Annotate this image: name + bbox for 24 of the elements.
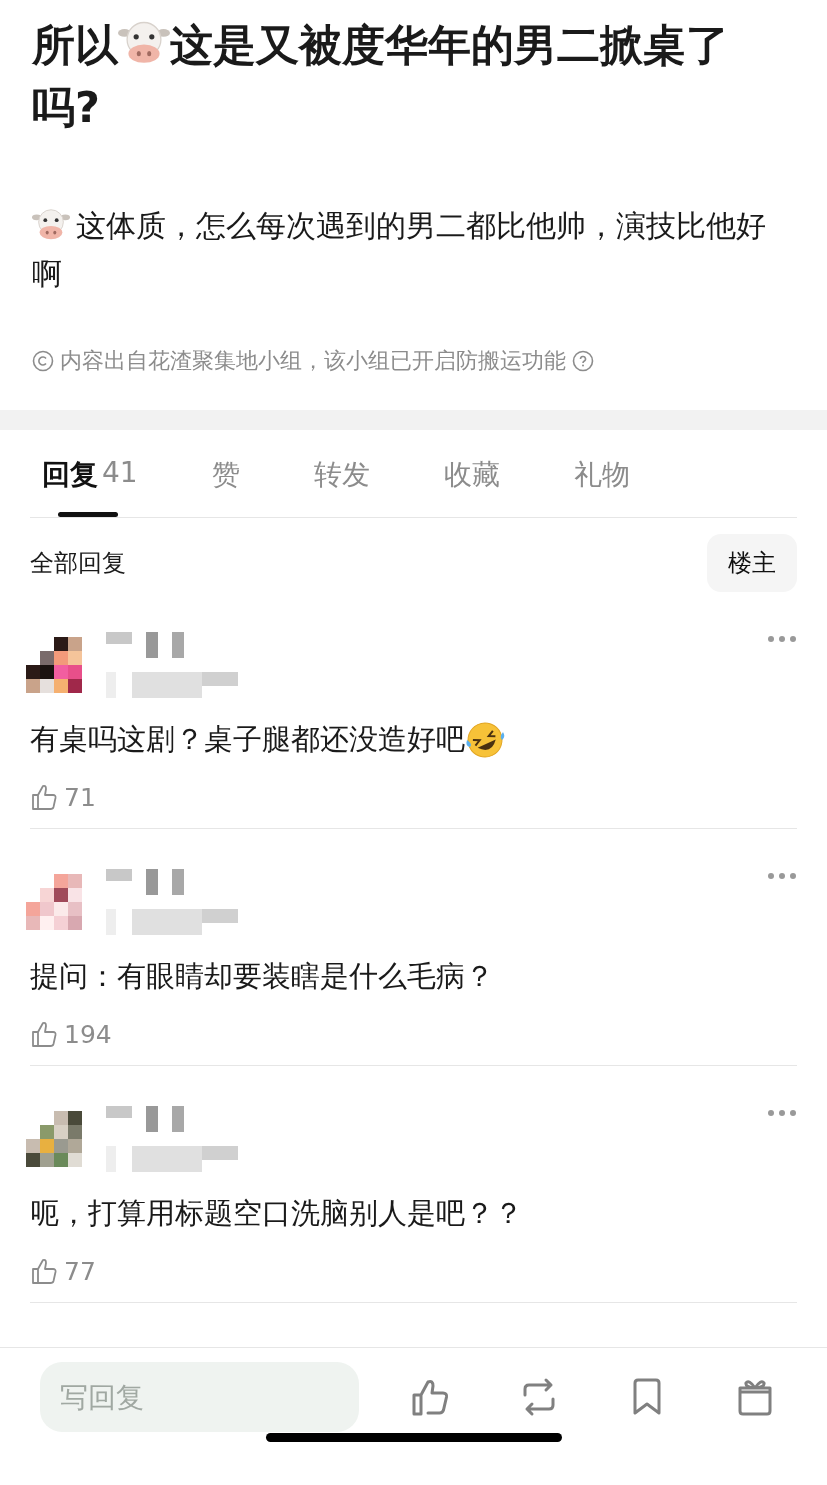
like-count: 194 — [64, 1019, 112, 1049]
reply-field[interactable]: 写回复 — [40, 1362, 359, 1432]
laughing-face-icon — [465, 720, 505, 760]
tab[interactable]: 礼物 — [573, 430, 630, 517]
tab[interactable]: 转发 — [313, 430, 370, 517]
like-count: 71 — [64, 782, 96, 812]
filter-button[interactable]: 楼主 — [707, 534, 797, 592]
comment-text: 有桌吗这剧？桌子腿都还没造好吧 — [30, 720, 797, 760]
thumbs-up-icon[interactable] — [411, 1377, 451, 1417]
copyright-icon — [32, 350, 54, 372]
more-icon[interactable] — [767, 872, 797, 880]
source-notice: 内容出自花渣聚集地小组，该小组已开启防搬运功能 — [60, 347, 566, 375]
post-title: 所以 这是又被度华年的男二掀桌了吗? — [32, 14, 795, 138]
more-icon[interactable] — [767, 635, 797, 643]
tab[interactable]: 收藏 — [443, 430, 500, 517]
tab[interactable]: 回复41 — [42, 430, 138, 517]
post-body: 这体质，怎么每次遇到的男二都比他帅，演技比他好啊 — [32, 202, 795, 298]
comment-text: 呃，打算用标题空口洗脑别人是吧？？ — [30, 1195, 524, 1232]
section-label: 全部回复 — [30, 548, 126, 579]
more-icon[interactable] — [767, 1109, 797, 1117]
help-icon — [572, 350, 594, 372]
comment-text: 提问：有眼睛却要装瞎是什么毛病？ — [30, 958, 495, 995]
like-count: 77 — [64, 1256, 96, 1286]
tab[interactable]: 赞 — [211, 430, 240, 517]
